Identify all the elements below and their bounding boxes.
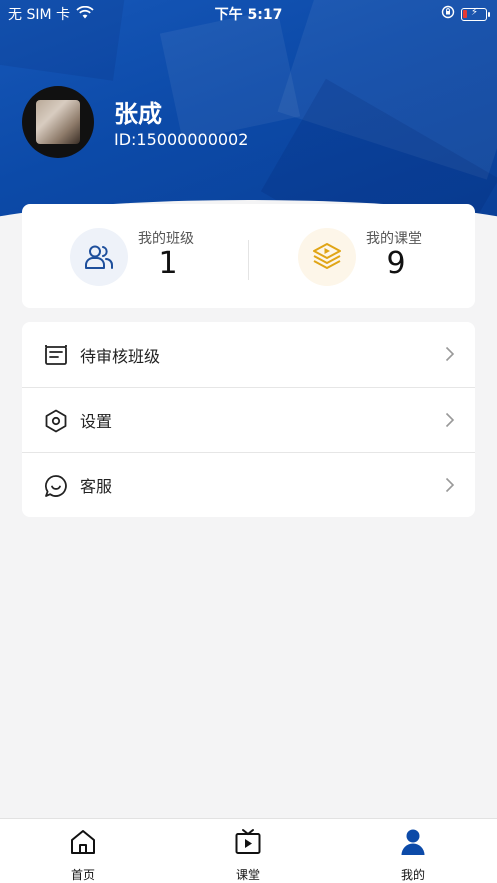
menu-item-label: 客服 <box>80 477 113 496</box>
profile-id: ID:15000000002 <box>114 130 249 149</box>
tab-label: 课堂 <box>235 868 260 882</box>
settings-hexagon-icon <box>44 409 68 433</box>
stat-label: 我的课堂 <box>366 231 422 247</box>
tab-mine[interactable]: 我的 <box>373 819 453 883</box>
stat-my-classes[interactable]: 我的班级 1 <box>22 204 242 308</box>
stat-value: 9 <box>386 246 406 281</box>
chevron-right-icon <box>445 412 455 428</box>
tv-play-icon <box>234 828 262 856</box>
menu-item-settings[interactable]: 设置 <box>22 387 475 452</box>
chat-bubble-icon <box>44 474 68 498</box>
home-icon <box>69 828 97 856</box>
menu-item-label: 设置 <box>80 412 113 431</box>
menu-item-pending-classes[interactable]: 待审核班级 <box>22 322 475 387</box>
stat-value: 1 <box>158 246 178 281</box>
status-bar: 无 SIM 卡 下午 5:17 ⚡ <box>0 0 497 26</box>
profile-name: 张成 <box>114 100 162 128</box>
menu-list: 待审核班级 设置 客服 <box>22 322 475 517</box>
chevron-right-icon <box>445 477 455 493</box>
stats-card: 我的班级 1 我的课堂 9 <box>22 204 475 308</box>
stat-my-courses[interactable]: 我的课堂 9 <box>255 204 475 308</box>
orientation-lock-icon <box>441 5 455 23</box>
menu-item-label: 待审核班级 <box>80 346 161 366</box>
users-icon <box>70 228 128 286</box>
chevron-right-icon <box>445 346 455 362</box>
tab-courses[interactable]: 课堂 <box>208 819 288 883</box>
person-icon <box>399 828 427 856</box>
book-play-icon <box>298 228 356 286</box>
pending-class-icon <box>44 343 68 367</box>
tab-label: 我的 <box>400 868 425 882</box>
status-time: 下午 5:17 <box>214 7 283 23</box>
tab-home[interactable]: 首页 <box>43 819 123 883</box>
stat-label: 我的班级 <box>138 231 194 247</box>
tab-label: 首页 <box>70 868 95 882</box>
avatar[interactable] <box>22 86 94 158</box>
stats-divider <box>248 240 249 280</box>
battery-icon: ⚡ <box>461 7 490 21</box>
tab-bar: 首页 课堂 我的 <box>0 818 497 883</box>
menu-item-customer-service[interactable]: 客服 <box>22 452 475 517</box>
